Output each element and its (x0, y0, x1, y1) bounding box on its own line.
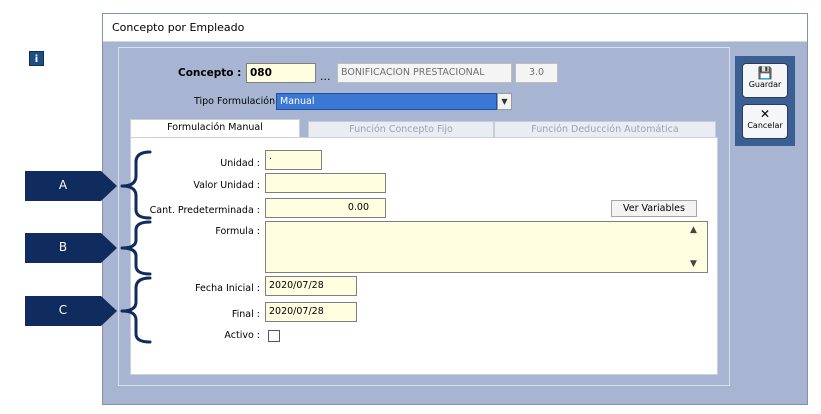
annotation-brackets (120, 150, 152, 344)
bracket-a (120, 150, 152, 220)
bracket-b (120, 220, 152, 276)
bracket-c (120, 276, 152, 344)
